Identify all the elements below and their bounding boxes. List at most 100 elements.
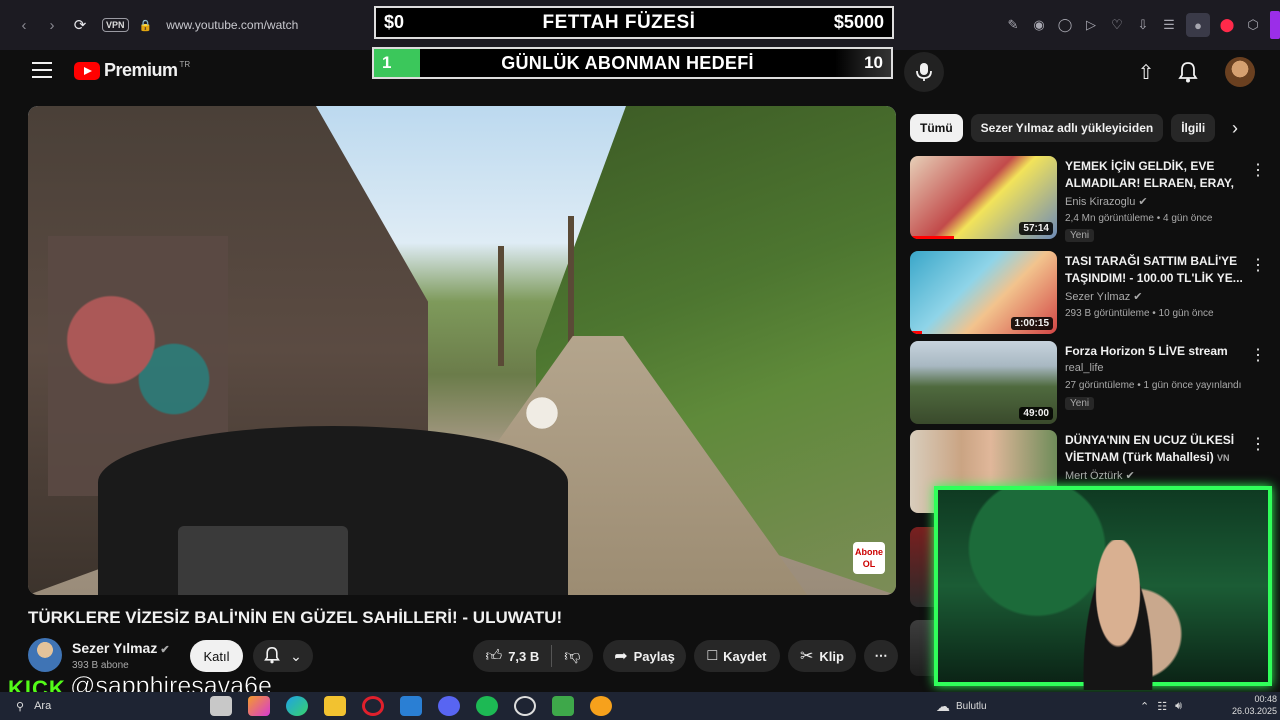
folder-icon[interactable] <box>324 696 346 716</box>
chip-uploader[interactable]: Sezer Yılmaz adlı yükleyiciden <box>970 114 1164 142</box>
lock-icon[interactable]: 🔒 <box>139 19 153 32</box>
rocket-left-amount: $0 <box>384 12 405 32</box>
channel-name-wrap[interactable]: Sezer Yılmaz ✔ <box>72 640 170 656</box>
video-thumbnail[interactable] <box>910 527 934 607</box>
search-label: Ara <box>34 700 52 712</box>
streamer-webcam <box>934 486 1272 690</box>
discord-icon[interactable] <box>438 696 460 716</box>
bell-icon[interactable] <box>1176 60 1200 84</box>
rocket-donation-bar: $0 FETTAH FÜZESİ $5000 <box>374 6 894 39</box>
cube-icon[interactable]: ⬡ <box>1244 16 1262 34</box>
app-icon[interactable] <box>552 696 574 716</box>
video-player[interactable]: Abone OL <box>28 106 896 595</box>
edge-icon[interactable] <box>286 696 308 716</box>
file-icon[interactable] <box>210 696 232 716</box>
menu-icon[interactable] <box>32 62 52 78</box>
recommendation-item[interactable]: 1:00:15 TASI TARAĞI SATTIM BALİ'YE TAŞIN… <box>910 251 1270 335</box>
video-thumbnail[interactable]: 1:00:15 <box>910 251 1057 334</box>
volume-icon[interactable]: 🔊︎ <box>1175 700 1182 713</box>
network-icon[interactable]: ☷ <box>1157 700 1167 713</box>
verified-icon: ✔ <box>160 644 170 656</box>
like-dislike-group: 👍︎ 7,3 B 👎︎ <box>473 640 593 672</box>
youtube-play-icon <box>74 61 100 80</box>
share-button[interactable]: ➦ Paylaş <box>603 640 686 672</box>
recommendation-item[interactable]: 49:00 Forza Horizon 5 LİVE stream real_l… <box>910 341 1270 425</box>
recommendation-channel[interactable]: Sezer Yılmaz ✔ <box>1065 290 1143 303</box>
channel-avatar[interactable] <box>28 638 62 672</box>
notification-button[interactable]: ⌄ <box>253 640 313 672</box>
verified-icon: ✔ <box>1133 291 1143 303</box>
new-badge: Yeni <box>1065 397 1095 410</box>
recommendation-channel[interactable]: real_life <box>1065 362 1104 374</box>
forward-arrow-icon[interactable]: › <box>38 11 66 39</box>
video-thumbnail[interactable]: 49:00 <box>910 341 1057 424</box>
watch-progress <box>910 236 955 239</box>
mail-icon[interactable] <box>400 696 422 716</box>
address-bar[interactable]: www.youtube.com/watch <box>166 18 298 32</box>
recommendation-channel[interactable]: Enis Kirazoglu ✔ <box>1065 195 1148 208</box>
weather-widget[interactable]: ☁ Bulutlu <box>936 698 987 715</box>
recommendation-meta: 2,4 Mn görüntüleme • 4 gün önce <box>1065 213 1213 224</box>
upload-icon[interactable]: ⇧ <box>1134 60 1158 84</box>
chevron-up-icon[interactable]: ⌃ <box>1140 700 1149 713</box>
watch-progress <box>910 331 922 334</box>
duration-badge: 1:00:15 <box>1010 317 1053 330</box>
like-count[interactable]: 7,3 B <box>508 649 539 664</box>
shield-icon[interactable]: ◯ <box>1056 16 1074 34</box>
play-icon[interactable]: ▷ <box>1082 16 1100 34</box>
video-palm-trunk <box>498 246 504 366</box>
obs-icon[interactable] <box>514 696 536 716</box>
list-icon[interactable]: ☰ <box>1160 16 1178 34</box>
profile-icon[interactable]: ● <box>1186 13 1210 37</box>
copilot-icon[interactable] <box>248 696 270 716</box>
voice-search-button[interactable] <box>904 52 944 92</box>
chip-all[interactable]: Tümü <box>910 114 963 142</box>
more-vertical-icon[interactable]: ⋮ <box>1250 255 1266 275</box>
screen: ‹ › ⟳ VPN 🔒 www.youtube.com/watch ✎ ◉ ◯ … <box>0 0 1280 720</box>
download-icon[interactable]: ⇩ <box>1134 16 1152 34</box>
more-vertical-icon[interactable]: ⋮ <box>1250 160 1266 180</box>
spotify-icon[interactable] <box>476 696 498 716</box>
clip-label: Klip <box>819 648 844 664</box>
subscriber-goal-bar: 1 GÜNLÜK ABONMAN HEDEFİ 10 <box>372 47 893 79</box>
new-badge: Yeni <box>1065 229 1095 242</box>
reload-icon[interactable]: ⟳ <box>66 11 94 39</box>
save-button[interactable]: □ Kaydet <box>694 640 780 672</box>
sidebar-toggle-icon[interactable] <box>1270 11 1280 39</box>
channel-name[interactable]: Sezer Yılmaz <box>72 640 157 656</box>
chip-related[interactable]: İlgili <box>1171 114 1216 142</box>
clock[interactable]: 00:48 26.03.2025 <box>1232 693 1277 717</box>
video-thumbnail[interactable]: 57:14 <box>910 156 1057 239</box>
clip-button[interactable]: ✂ Klip <box>788 640 856 672</box>
recommendation-title[interactable]: TASI TARAĞI SATTIM BALİ'YE TAŞINDIM! - 1… <box>1065 253 1245 287</box>
heart-icon[interactable]: ♡ <box>1108 16 1126 34</box>
scissors-icon: ✂ <box>800 648 814 665</box>
video-thumbnail[interactable] <box>910 620 934 676</box>
duration-badge: 57:14 <box>1019 222 1053 235</box>
opera-icon[interactable] <box>362 696 384 716</box>
subscribe-watermark[interactable]: Abone OL <box>853 542 885 574</box>
vpn-badge[interactable]: VPN <box>102 18 129 32</box>
more-vertical-icon[interactable]: ⋮ <box>1250 434 1266 454</box>
join-button[interactable]: Katıl <box>190 640 243 672</box>
recommendation-title[interactable]: Forza Horizon 5 LİVE stream <box>1065 343 1245 360</box>
recommendation-meta: 293 B görüntüleme • 10 gün önce <box>1065 308 1214 319</box>
youtube-logo[interactable]: Premium TR <box>74 60 190 81</box>
recommendation-title[interactable]: YEMEK İÇİN GELDİK, EVE ALMADILAR! ELRAEN… <box>1065 158 1245 192</box>
camera-icon[interactable]: ◉ <box>1030 16 1048 34</box>
thumbs-up-icon[interactable]: 👍︎ <box>485 647 502 666</box>
more-actions-button[interactable]: ⋯ <box>864 640 898 672</box>
app-icon[interactable] <box>590 696 612 716</box>
more-vertical-icon[interactable]: ⋮ <box>1250 345 1266 365</box>
back-arrow-icon[interactable]: ‹ <box>10 11 38 39</box>
recommendation-channel[interactable]: Mert Öztürk ✔ <box>1065 469 1135 482</box>
edit-icon[interactable]: ✎ <box>1004 16 1022 34</box>
video-dashboard <box>178 526 348 595</box>
recommendation-title[interactable]: DÜNYA'NIN EN UCUZ ÜLKESİ VİETNAM (Türk M… <box>1065 432 1245 466</box>
account-avatar[interactable] <box>1225 57 1255 87</box>
recommendation-item[interactable]: 57:14 YEMEK İÇİN GELDİK, EVE ALMADILAR! … <box>910 156 1270 242</box>
record-icon[interactable]: ⬤ <box>1218 16 1236 34</box>
chevron-right-icon[interactable]: › <box>1232 118 1238 139</box>
taskbar-search[interactable]: ⚲ Ara <box>16 700 51 713</box>
thumbs-down-icon[interactable]: 👎︎ <box>564 647 580 666</box>
